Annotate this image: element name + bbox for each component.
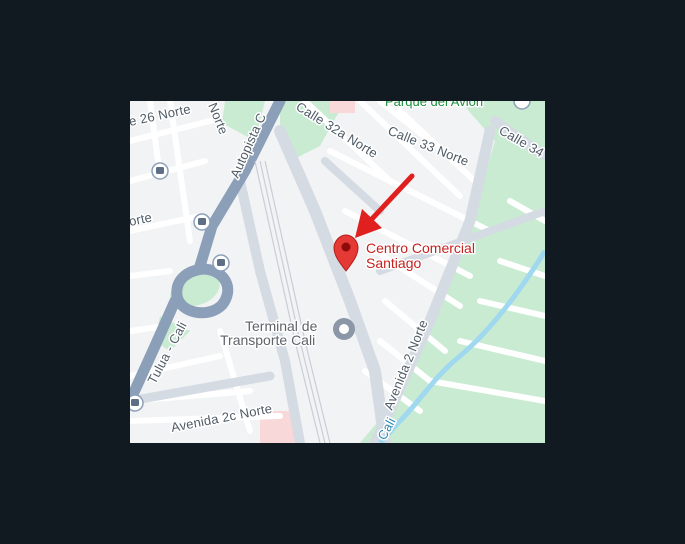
bus-stop-icon[interactable] [212, 254, 230, 272]
terminal-label[interactable]: Transporte Cali [219, 331, 317, 350]
map-canvas[interactable]: e 26 Norte Norte Autopista C Calle 32a N… [130, 101, 545, 443]
bus-stop-icon[interactable] [151, 162, 169, 180]
destination-label[interactable]: Centro Comercial [365, 239, 477, 258]
destination-label[interactable]: Santiago [365, 254, 423, 273]
bus-stop-icon[interactable] [130, 394, 144, 412]
park-label: Parque del Avión [385, 101, 483, 109]
transit-station-icon[interactable] [333, 318, 355, 340]
map-view[interactable]: e 26 Norte Norte Autopista C Calle 32a N… [130, 101, 545, 443]
bus-stop-icon[interactable] [193, 213, 211, 231]
street-label: Avenida 2c Norte [170, 401, 274, 435]
building-block [330, 101, 355, 113]
